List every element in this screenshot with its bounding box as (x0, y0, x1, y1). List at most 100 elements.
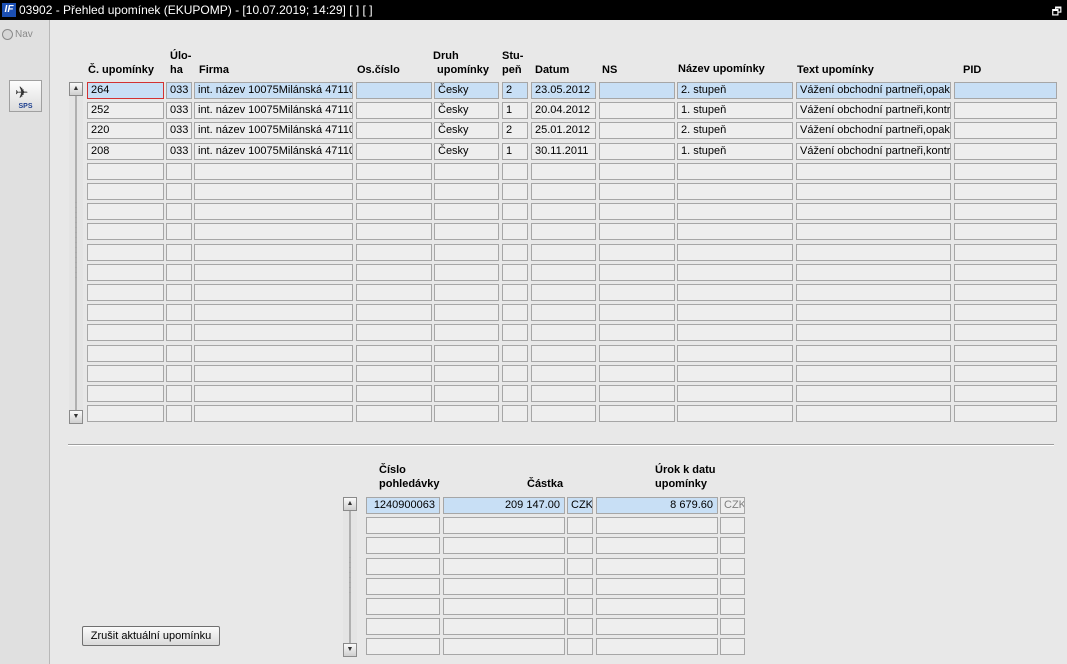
cell-druh[interactable]: Česky (434, 143, 499, 160)
cell-datum[interactable] (531, 324, 596, 341)
cell-ns[interactable] (599, 264, 675, 281)
cell-oscislo[interactable] (356, 324, 432, 341)
cell-pid[interactable] (954, 385, 1057, 402)
cell-firma[interactable]: int. název 10075Milánská 471109 (194, 143, 353, 160)
cell-firma[interactable] (194, 345, 353, 362)
cell-pid[interactable] (954, 203, 1057, 220)
cell-nazev[interactable] (677, 284, 793, 301)
cell-ns[interactable] (599, 143, 675, 160)
cell-druh[interactable] (434, 405, 499, 422)
cell-oscislo[interactable] (356, 223, 432, 240)
cell-druh[interactable] (434, 365, 499, 382)
cell-nazev[interactable] (677, 264, 793, 281)
cancel-reminder-button[interactable]: Zrušit aktuální upomínku (82, 626, 220, 646)
cell-druh[interactable] (434, 223, 499, 240)
cell-mena[interactable] (567, 618, 593, 635)
cell-datum[interactable] (531, 385, 596, 402)
sps-button[interactable]: ✈ SPS (9, 80, 42, 112)
cell-cislo[interactable] (87, 345, 164, 362)
cell-cislo[interactable] (366, 537, 440, 554)
cell-mena2[interactable] (720, 618, 745, 635)
cell-druh[interactable] (434, 324, 499, 341)
cell-stupen[interactable] (502, 203, 528, 220)
cell-datum[interactable] (531, 345, 596, 362)
cell-castka[interactable] (443, 537, 565, 554)
cell-datum[interactable]: 23.05.2012 (531, 82, 596, 99)
cell-datum[interactable] (531, 223, 596, 240)
cell-text[interactable] (796, 244, 951, 261)
scroll-up-icon[interactable]: ▲ (343, 497, 357, 511)
cell-oscislo[interactable] (356, 405, 432, 422)
cell-pid[interactable] (954, 143, 1057, 160)
cell-uloha[interactable] (166, 385, 192, 402)
cell-firma[interactable] (194, 163, 353, 180)
cell-firma[interactable] (194, 244, 353, 261)
cell-firma[interactable] (194, 405, 353, 422)
cell-cislo[interactable] (87, 405, 164, 422)
cell-datum[interactable] (531, 203, 596, 220)
cell-mena[interactable] (567, 598, 593, 615)
cell-text[interactable]: Vážení obchodní partneři,kontrolou (796, 102, 951, 119)
cell-cislo[interactable] (87, 284, 164, 301)
cell-oscislo[interactable] (356, 122, 432, 139)
cell-firma[interactable] (194, 264, 353, 281)
cell-nazev[interactable] (677, 304, 793, 321)
cell-uloha[interactable]: 033 (166, 82, 192, 99)
cell-text[interactable] (796, 365, 951, 382)
cell-datum[interactable] (531, 163, 596, 180)
cell-cislo[interactable]: 208 (87, 143, 164, 160)
cell-ns[interactable] (599, 405, 675, 422)
cell-mena[interactable] (567, 638, 593, 655)
cell-firma[interactable]: int. název 10075Milánská 471109 (194, 122, 353, 139)
cell-pid[interactable] (954, 122, 1057, 139)
cell-ns[interactable] (599, 244, 675, 261)
cell-oscislo[interactable] (356, 163, 432, 180)
cell-nazev[interactable] (677, 365, 793, 382)
cell-text[interactable] (796, 324, 951, 341)
cell-pid[interactable] (954, 102, 1057, 119)
cell-oscislo[interactable] (356, 82, 432, 99)
cell-ns[interactable] (599, 304, 675, 321)
cell-pid[interactable] (954, 264, 1057, 281)
cell-oscislo[interactable] (356, 203, 432, 220)
cell-ns[interactable] (599, 183, 675, 200)
cell-castka[interactable] (443, 517, 565, 534)
cell-datum[interactable] (531, 365, 596, 382)
cell-text[interactable] (796, 284, 951, 301)
cell-ns[interactable] (599, 203, 675, 220)
cell-uloha[interactable] (166, 163, 192, 180)
cell-cislo[interactable] (87, 385, 164, 402)
cell-datum[interactable] (531, 244, 596, 261)
cell-datum[interactable]: 30.11.2011 (531, 143, 596, 160)
cell-cislo[interactable] (366, 558, 440, 575)
cell-text[interactable] (796, 223, 951, 240)
cell-ns[interactable] (599, 163, 675, 180)
cell-datum[interactable]: 20.04.2012 (531, 102, 596, 119)
cell-firma[interactable] (194, 183, 353, 200)
cell-stupen[interactable] (502, 183, 528, 200)
cell-cislo[interactable] (87, 264, 164, 281)
cell-ns[interactable] (599, 223, 675, 240)
cell-mena2[interactable] (720, 517, 745, 534)
cell-pid[interactable] (954, 82, 1057, 99)
cell-nazev[interactable] (677, 385, 793, 402)
cell-oscislo[interactable] (356, 264, 432, 281)
cell-pid[interactable] (954, 183, 1057, 200)
cell-nazev[interactable] (677, 324, 793, 341)
cell-druh[interactable] (434, 203, 499, 220)
cell-cislo[interactable] (87, 163, 164, 180)
cell-oscislo[interactable] (356, 365, 432, 382)
cell-pid[interactable] (954, 345, 1057, 362)
cell-firma[interactable]: int. název 10075Milánská 471109 (194, 102, 353, 119)
cell-pid[interactable] (954, 304, 1057, 321)
cell-text[interactable] (796, 385, 951, 402)
cell-oscislo[interactable] (356, 284, 432, 301)
cell-stupen[interactable] (502, 304, 528, 321)
cell-urok[interactable] (596, 558, 718, 575)
cell-ns[interactable] (599, 345, 675, 362)
cell-mena2[interactable] (720, 537, 745, 554)
cell-nazev[interactable] (677, 163, 793, 180)
cell-cislo[interactable] (87, 223, 164, 240)
cell-stupen[interactable] (502, 324, 528, 341)
nav-radio[interactable]: Nav (2, 29, 33, 40)
